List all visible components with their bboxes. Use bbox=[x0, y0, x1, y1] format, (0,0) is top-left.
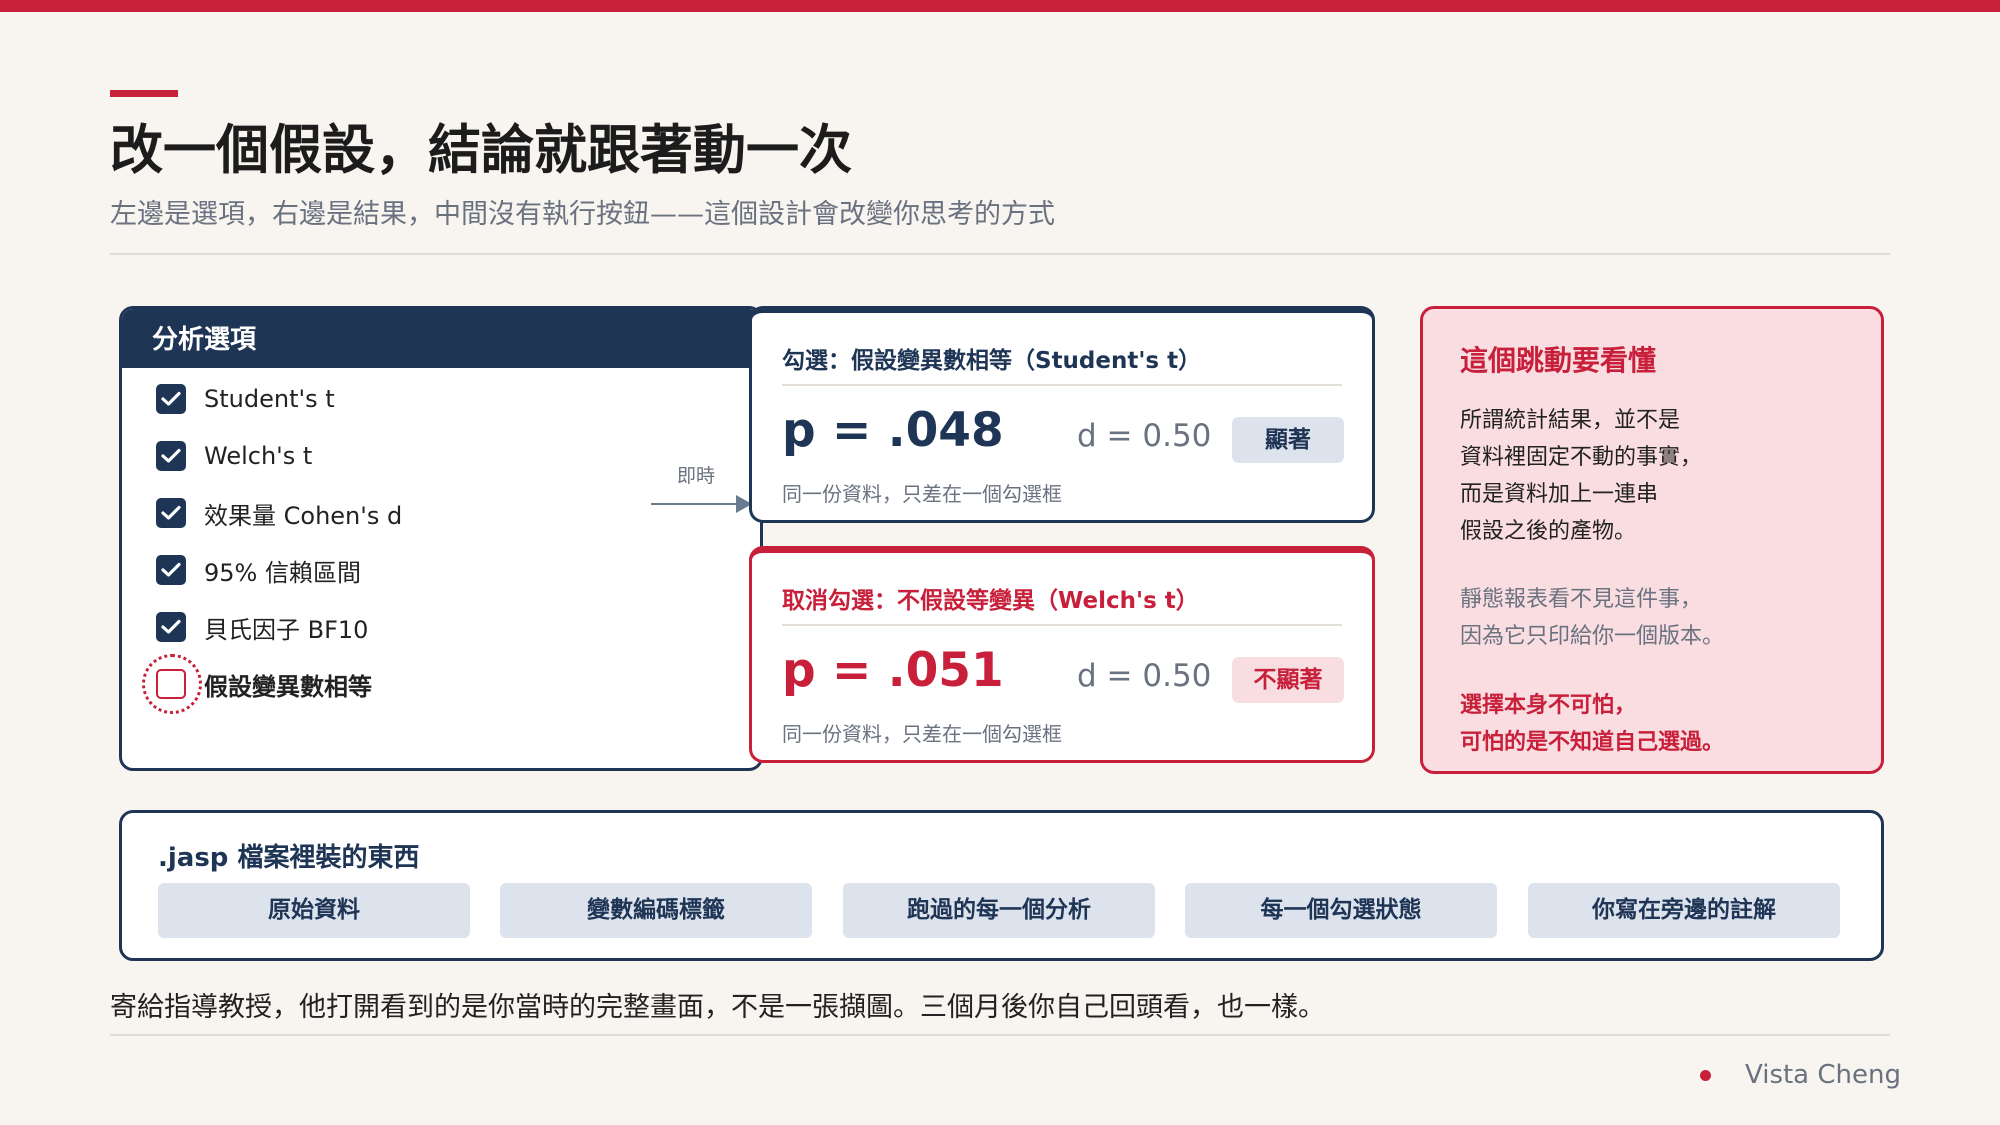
effect-size: d = 0.50 bbox=[1077, 418, 1212, 454]
option-label: 95% 信賴區間 bbox=[204, 558, 361, 587]
explanation-line: 而是資料加上一連串 bbox=[1460, 482, 1659, 507]
result-card-students-t: 勾選：假設變異數相等（Student's t） p = .048 d = 0.5… bbox=[749, 306, 1375, 523]
option-label: 假設變異數相等 bbox=[204, 672, 372, 701]
page-title: 改一個假設，結論就跟著動一次 bbox=[110, 120, 852, 181]
explanation-line: 所謂統計結果，並不是 bbox=[1460, 408, 1681, 433]
explanation-line: 假設之後的產物。 bbox=[1460, 519, 1637, 544]
explanation-line: 因為它只印給你一個版本。 bbox=[1460, 624, 1725, 649]
footer-divider bbox=[110, 1034, 1890, 1036]
arrow-right-icon bbox=[651, 503, 739, 505]
jasp-item-analyses: 跑過的每一個分析 bbox=[843, 883, 1155, 938]
header-divider bbox=[110, 253, 1890, 255]
jasp-item-checkbox-states: 每一個勾選狀態 bbox=[1185, 883, 1497, 938]
explanation-paragraph-1: 所謂統計結果，並不是 資料裡固定不動的事實， 而是資料加上一連串 假設之後的產物… bbox=[1460, 402, 1702, 550]
checkbox-checked-icon[interactable] bbox=[156, 612, 186, 642]
option-label: Welch's t bbox=[204, 442, 313, 470]
checkbox-unchecked-icon[interactable] bbox=[156, 669, 186, 699]
explanation-line: 靜態報表看不見這件事， bbox=[1460, 587, 1703, 612]
card-note: 同一份資料，只差在一個勾選框 bbox=[782, 482, 1062, 506]
checkbox-checked-icon[interactable] bbox=[156, 441, 186, 471]
card-note: 同一份資料，只差在一個勾選框 bbox=[782, 722, 1062, 746]
option-equal-variance[interactable]: 假設變異數相等 bbox=[156, 664, 372, 704]
explanation-paragraph-2: 靜態報表看不見這件事， 因為它只印給你一個版本。 bbox=[1460, 581, 1724, 655]
card-divider bbox=[782, 624, 1342, 626]
jasp-item-annotations: 你寫在旁邊的註解 bbox=[1528, 883, 1840, 938]
page-subtitle: 左邊是選項，右邊是結果，中間沒有執行按鈕——這個設計會改變你思考的方式 bbox=[110, 199, 1055, 230]
explanation-line: 資料裡固定不動的事實， bbox=[1460, 445, 1703, 470]
p-value: p = .048 bbox=[782, 403, 1004, 458]
option-label: Student's t bbox=[204, 385, 335, 413]
bottom-caption: 寄給指導教授，他打開看到的是你當時的完整畫面，不是一張擷圖。三個月後你自己回頭看… bbox=[110, 992, 1325, 1023]
explanation-title: 這個跳動要看懂 bbox=[1460, 344, 1657, 377]
option-bayes-factor[interactable]: 貝氏因子 BF10 bbox=[156, 607, 368, 647]
options-heading: 分析選項 bbox=[122, 309, 760, 368]
jasp-item-variable-labels: 變數編碼標籤 bbox=[500, 883, 812, 938]
author-name: Vista Cheng bbox=[1745, 1060, 1901, 1090]
jasp-title: .jasp 檔案裡裝的東西 bbox=[158, 843, 420, 873]
checkbox-checked-icon[interactable] bbox=[156, 384, 186, 414]
card-divider bbox=[782, 384, 1342, 386]
effect-size: d = 0.50 bbox=[1077, 658, 1212, 694]
explanation-paragraph-3: 選擇本身不可怕， 可怕的是不知道自己選過。 bbox=[1460, 687, 1724, 761]
explanation-line: 可怕的是不知道自己選過。 bbox=[1460, 730, 1725, 755]
option-label: 貝氏因子 BF10 bbox=[204, 615, 369, 644]
analysis-options-panel: 分析選項 Student's t Welch's t 效果量 Cohen's d… bbox=[119, 306, 763, 771]
checkbox-checked-icon[interactable] bbox=[156, 498, 186, 528]
option-students-t[interactable]: Student's t bbox=[156, 379, 335, 419]
bullet-dot-icon bbox=[1700, 1069, 1711, 1081]
option-confidence-interval[interactable]: 95% 信賴區間 bbox=[156, 550, 361, 590]
option-label: 效果量 Cohen's d bbox=[204, 501, 403, 530]
jasp-contents-panel: .jasp 檔案裡裝的東西 原始資料 變數編碼標籤 跑過的每一個分析 每一個勾選… bbox=[119, 810, 1884, 961]
arrow-label: 即時 bbox=[677, 465, 716, 487]
card-title: 勾選：假設變異數相等（Student's t） bbox=[782, 348, 1202, 374]
option-effect-size[interactable]: 效果量 Cohen's d bbox=[156, 493, 402, 533]
option-welchs-t[interactable]: Welch's t bbox=[156, 436, 312, 476]
significance-badge: 顯著 bbox=[1232, 417, 1344, 463]
checkbox-checked-icon[interactable] bbox=[156, 555, 186, 585]
explanation-line: 選擇本身不可怕， bbox=[1460, 693, 1637, 718]
jasp-item-raw-data: 原始資料 bbox=[158, 883, 470, 938]
result-card-welchs-t: 取消勾選：不假設等變異（Welch's t） p = .051 d = 0.50… bbox=[749, 546, 1375, 763]
top-accent-bar bbox=[0, 0, 2000, 12]
footer-author: Vista Cheng bbox=[1700, 1060, 1901, 1090]
p-value: p = .051 bbox=[782, 643, 1004, 698]
title-accent-mark bbox=[110, 90, 178, 97]
card-title: 取消勾選：不假設等變異（Welch's t） bbox=[782, 588, 1199, 614]
explanation-panel: 這個跳動要看懂 所謂統計結果，並不是 資料裡固定不動的事實， 而是資料加上一連串… bbox=[1420, 306, 1884, 774]
significance-badge: 不顯著 bbox=[1232, 657, 1344, 703]
